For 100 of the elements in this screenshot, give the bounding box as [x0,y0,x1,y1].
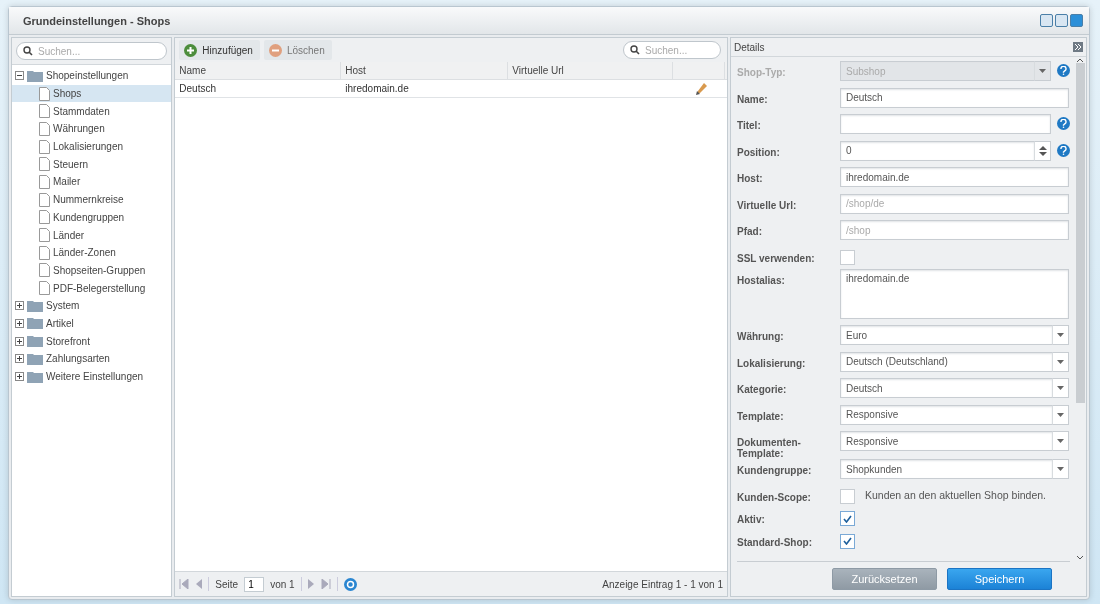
text-field[interactable]: Deutsch [840,87,1069,108]
table-cell: Deutsch [179,83,216,94]
minimize-button[interactable] [1040,14,1053,27]
expand-icon[interactable] [15,301,24,311]
tree-item[interactable]: Kundengruppen [12,208,172,227]
text-field[interactable]: /shop [840,220,1069,240]
scroll-down-icon[interactable] [1076,555,1084,561]
checkmark-icon [843,514,852,523]
tree-item[interactable]: Währungen [12,120,172,138]
minus-icon [268,43,282,57]
tree-item[interactable]: Länder-Zonen [12,243,172,262]
add-button[interactable]: Hinzufügen [179,40,260,60]
folder-icon [27,299,43,312]
panel-title: Details [734,41,765,53]
tree-item[interactable]: Shops [12,84,172,103]
text-field[interactable] [840,114,1051,134]
collapse-panel-icon[interactable] [1073,42,1083,52]
tree-item[interactable]: Nummernkreise [12,190,172,209]
folder-icon [27,370,43,383]
search-field[interactable]: Suchen... [623,41,721,59]
dropdown-field[interactable]: Shopkunden [840,459,1052,479]
caret-icon [1057,439,1064,443]
expand-icon[interactable] [15,336,24,346]
scroll-up-icon[interactable] [1076,57,1084,63]
tree-item[interactable]: PDF-Belegerstellung [12,279,172,297]
window-title: Grundeinstellungen - Shops [23,14,171,27]
dropdown-button[interactable] [1052,325,1069,345]
expand-icon[interactable] [15,372,24,382]
close-button[interactable] [1070,14,1083,27]
dropdown-button[interactable] [1052,351,1069,372]
tree-item[interactable]: System [12,296,172,315]
spinner-arrows-icon [1038,144,1047,157]
scrollbar-thumb[interactable] [1075,63,1085,403]
page-field[interactable]: 1 [244,576,265,592]
table-cell: ihredomain.de [345,83,409,94]
dropdown-field[interactable]: Responsive [840,431,1052,451]
document-icon [39,157,50,172]
dropdown-button[interactable] [1052,404,1069,425]
expand-icon[interactable] [15,318,24,328]
checkmark-icon [843,537,852,545]
text-field[interactable]: /shop/de [840,193,1069,214]
tree-item[interactable]: Weitere Einstellungen [12,367,172,386]
dropdown-button[interactable] [1034,61,1051,81]
dropdown-button[interactable] [1052,378,1069,398]
tree-item[interactable]: Shopseiten-Gruppen [12,261,172,280]
help-icon[interactable] [1057,143,1070,157]
field-label: Titel: [737,119,762,131]
column-header[interactable]: Host [341,62,509,79]
maximize-button[interactable] [1055,14,1068,27]
help-icon[interactable] [1057,117,1070,130]
document-icon [39,86,50,101]
field-label: SSL verwenden: [737,251,816,264]
document-icon [39,174,50,189]
tree-item[interactable]: Lokalisierungen [12,137,172,156]
document-icon [39,192,50,207]
search-field[interactable]: Suchen... [16,42,168,60]
folder-icon [27,335,43,348]
spinner-button[interactable] [1034,140,1051,161]
expand-icon[interactable] [15,354,24,364]
page-label: Seite [215,578,239,590]
text-area[interactable]: ihredomain.de [840,269,1069,319]
plus-icon [184,43,198,57]
document-icon [39,104,50,119]
field-label: Template: [737,409,785,422]
caret-icon [1057,412,1064,417]
refresh-icon[interactable] [343,577,357,591]
tree-item[interactable]: Stammdaten [12,102,172,121]
dropdown-field[interactable]: Deutsch [840,378,1052,398]
field-label: Position: [737,145,781,158]
checkbox[interactable] [840,533,855,549]
checkbox[interactable] [840,511,855,526]
field-label: Aktiv: [737,513,766,525]
tree-item[interactable]: Artikel [12,314,172,333]
tree-item[interactable]: Mailer [12,173,172,191]
dropdown-field[interactable]: Euro [840,325,1052,345]
column-header[interactable]: Virtuelle Url [508,62,674,79]
field-label: Währung: [737,330,785,342]
tree-item[interactable]: Storefront [12,332,172,350]
dropdown-field[interactable]: Responsive [840,404,1052,425]
checkbox[interactable] [840,249,855,265]
text-field[interactable]: ihredomain.de [840,167,1069,187]
field-label: Shop-Typ: [737,66,787,78]
field-label: Kundengruppe: [737,464,813,476]
dropdown-button[interactable] [1052,431,1069,451]
number-field[interactable]: 0 [840,140,1034,161]
tree-item[interactable]: Steuern [12,155,172,174]
paging-summary: Anzeige Eintrag 1 - 1 von 1 [602,578,723,590]
tree-item[interactable]: Shopeinstellungen [12,67,172,85]
column-header[interactable]: Name [175,62,342,79]
tree-item[interactable]: Länder [12,226,172,244]
document-icon [39,121,50,136]
dropdown-field[interactable]: Deutsch (Deutschland) [840,351,1052,372]
dropdown-button[interactable] [1052,459,1069,479]
document-icon [39,281,50,296]
checkbox[interactable] [840,488,855,504]
collapse-icon[interactable] [15,71,24,81]
field-label: Lokalisierung: [737,356,807,369]
pencil-icon[interactable] [695,82,708,95]
tree-item[interactable]: Zahlungsarten [12,350,172,368]
checkbox-label: Kunden an den aktuellen Shop binden. [865,488,1046,501]
